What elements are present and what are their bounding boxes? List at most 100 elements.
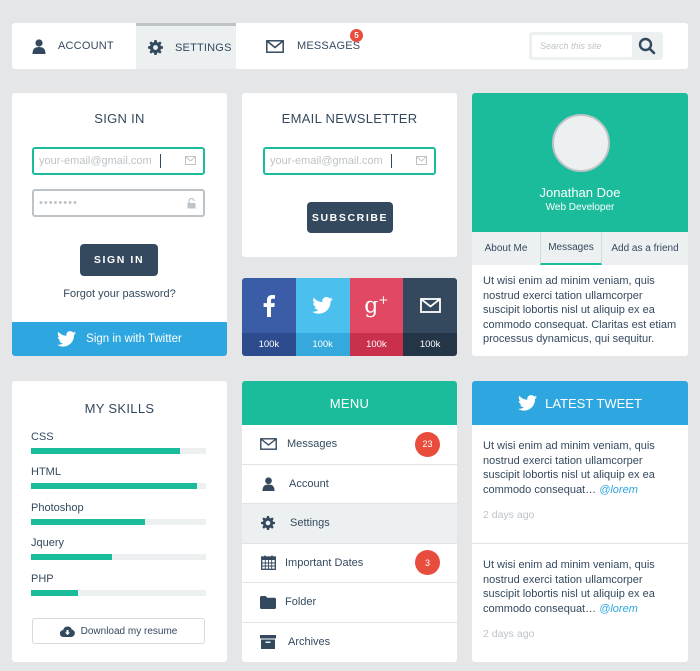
skills-title: MY SKILLS — [84, 401, 155, 416]
menu-label: Important Dates — [285, 556, 364, 569]
skill-name: HTML — [31, 466, 61, 478]
latest-tweet-header: LATEST TWEET — [472, 381, 688, 425]
password-field[interactable] — [32, 189, 205, 217]
menu-label: Archives — [288, 636, 331, 649]
archive-icon — [259, 635, 277, 650]
tweet-handle-link[interactable]: @lorem — [599, 484, 638, 496]
latest-tweet-title: LATEST TWEET — [545, 395, 642, 411]
search-input[interactable] — [532, 35, 632, 57]
download-resume-button[interactable]: Download my resume — [32, 618, 205, 644]
skill-name: Photoshop — [31, 502, 84, 514]
calendar-icon — [259, 555, 277, 571]
twitter-bird-icon — [57, 331, 77, 347]
search-icon — [638, 37, 656, 55]
skill-track — [31, 448, 206, 454]
tab-about-me[interactable]: About Me — [472, 232, 540, 265]
profile-text: Ut wisi enim ad minim veniam, quis nostr… — [483, 275, 677, 345]
lock-icon — [187, 198, 196, 209]
menu-item-archives[interactable]: Archives — [242, 623, 457, 663]
google-plus-count: 100k — [349, 333, 404, 356]
tab-add-friend[interactable]: Add as a friend — [602, 232, 688, 265]
twitter-count: 100k — [295, 333, 350, 356]
google-plus-button[interactable]: g+ 100k — [349, 278, 404, 356]
search-box — [529, 32, 663, 60]
menu-item-messages[interactable]: Messages 23 — [242, 425, 457, 465]
skill-name: PHP — [31, 573, 54, 585]
envelope-icon — [259, 438, 277, 451]
dates-badge: 3 — [415, 550, 440, 576]
user-icon — [32, 38, 46, 54]
profile-card: Jonathan Doe Web Developer About Me Mess… — [472, 93, 688, 356]
search-button[interactable] — [638, 37, 656, 55]
envelope-icon — [185, 156, 196, 165]
email-count: 100k — [403, 333, 457, 356]
messages-count-badge: 5 — [350, 29, 363, 42]
text-cursor — [391, 154, 392, 168]
skill-css: CSS — [31, 431, 206, 454]
forgot-password-link[interactable]: Forgot your password? — [12, 288, 227, 300]
skill-bar-fill — [31, 590, 79, 596]
skill-track — [31, 590, 206, 596]
skill-bar-fill — [31, 519, 145, 525]
menu-item-important-dates[interactable]: Important Dates 3 — [242, 544, 457, 583]
gear-icon — [259, 516, 277, 531]
twitter-bird-icon — [295, 278, 350, 333]
facebook-count: 100k — [242, 333, 296, 356]
tweet-handle-link[interactable]: @lorem — [599, 603, 638, 615]
password-input[interactable] — [34, 197, 174, 209]
nav-item-account[interactable]: ACCOUNT — [32, 23, 114, 69]
nav-item-settings[interactable]: SETTINGS — [136, 23, 236, 69]
skill-name: Jquery — [31, 537, 65, 549]
skill-jquery: Jquery — [31, 537, 206, 560]
nav-label: SETTINGS — [175, 41, 232, 54]
envelope-icon — [266, 39, 284, 53]
newsletter-email-input[interactable] — [265, 155, 405, 167]
skill-track — [31, 483, 206, 489]
menu-label: Messages — [287, 438, 338, 451]
google-plus-icon: g+ — [349, 278, 404, 333]
text-cursor — [160, 154, 161, 168]
top-nav: ACCOUNT SETTINGS MESSAGES 5 — [12, 23, 688, 69]
skill-php: PHP — [31, 573, 206, 596]
tweet-time: 2 days ago — [483, 509, 535, 521]
sign-in-with-twitter-button[interactable]: Sign in with Twitter — [12, 322, 227, 356]
profile-tabs: About Me Messages Add as a friend — [472, 232, 688, 265]
menu-label: Account — [289, 477, 329, 490]
latest-tweet-card: LATEST TWEET Ut wisi enim ad minim venia… — [472, 381, 688, 662]
skill-photoshop: Photoshop — [31, 502, 206, 525]
envelope-icon — [403, 278, 457, 333]
social-counters: 100k 100k g+ 100k 100k — [242, 278, 457, 356]
facebook-icon — [242, 278, 296, 333]
newsletter-title: EMAIL NEWSLETTER — [281, 111, 418, 126]
tweet-time: 2 days ago — [483, 628, 535, 640]
email-field[interactable] — [32, 147, 205, 175]
menu-item-folder[interactable]: Folder — [242, 583, 457, 623]
twitter-bird-icon — [518, 395, 538, 411]
skill-bar-fill — [31, 448, 180, 454]
skill-name: CSS — [31, 431, 54, 443]
nav-item-messages[interactable]: MESSAGES — [266, 23, 360, 69]
facebook-button[interactable]: 100k — [242, 278, 296, 356]
newsletter-card: EMAIL NEWSLETTER SUBSCRIBE — [242, 93, 457, 257]
menu-item-settings[interactable]: Settings — [242, 504, 457, 544]
subscribe-button[interactable]: SUBSCRIBE — [307, 202, 393, 233]
menu-item-account[interactable]: Account — [242, 465, 457, 504]
email-share-button[interactable]: 100k — [403, 278, 457, 356]
tweet-body: Ut wisi enim ad minim veniam, quis nostr… — [483, 558, 677, 616]
nav-label: MESSAGES — [297, 40, 361, 52]
sign-in-button[interactable]: SIGN IN — [80, 244, 158, 276]
nav-label: ACCOUNT — [58, 40, 114, 52]
messages-badge: 23 — [415, 431, 440, 457]
twitter-signin-label: Sign in with Twitter — [86, 333, 182, 345]
email-input[interactable] — [34, 155, 174, 167]
cloud-download-icon — [59, 626, 75, 637]
profile-name: Jonathan Doe — [539, 185, 621, 200]
skill-track — [31, 519, 206, 525]
profile-role: Web Developer — [545, 202, 615, 213]
newsletter-email-field[interactable] — [263, 147, 436, 175]
folder-icon — [259, 595, 277, 609]
avatar — [552, 114, 610, 172]
tab-messages[interactable]: Messages — [540, 232, 602, 265]
twitter-button[interactable]: 100k — [295, 278, 350, 356]
menu-label: Folder — [285, 596, 317, 609]
